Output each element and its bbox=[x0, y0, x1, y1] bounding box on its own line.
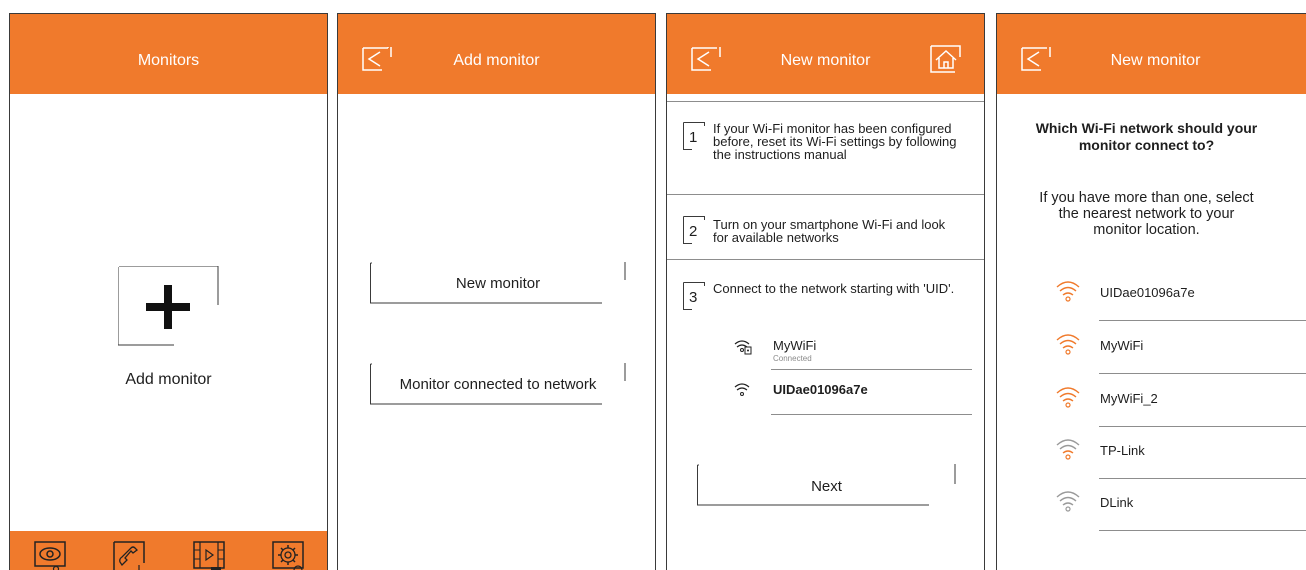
network-hint: If you have more than one, select the ne… bbox=[1039, 190, 1254, 238]
page-title: Monitors bbox=[137, 52, 200, 69]
wifi-strong-icon bbox=[1056, 281, 1080, 302]
divider bbox=[667, 101, 984, 102]
divider bbox=[771, 369, 972, 370]
wifi-connected-icon bbox=[734, 340, 752, 355]
monitors-screen: Monitors Add monitor bbox=[9, 13, 328, 570]
monitor-view-icon[interactable] bbox=[34, 541, 66, 570]
network-name: UIDae01096a7e bbox=[1100, 285, 1195, 300]
step-2-text: Turn on your smartphone Wi-Fi and look f… bbox=[713, 217, 946, 245]
network-name: MyWiFi bbox=[1100, 338, 1144, 353]
add-monitor-label: Add monitor bbox=[125, 371, 212, 388]
wifi-strong-icon bbox=[1056, 387, 1080, 408]
network-status: Connected bbox=[773, 354, 812, 363]
new-monitor-label: New monitor bbox=[455, 275, 541, 292]
divider bbox=[667, 259, 984, 260]
bottom-nav bbox=[10, 531, 327, 570]
media-gallery-icon[interactable] bbox=[193, 541, 225, 570]
next-button[interactable]: Next bbox=[697, 464, 956, 506]
call-icon[interactable] bbox=[113, 541, 145, 570]
network-row-dlink[interactable]: DLink bbox=[1055, 490, 1306, 542]
divider bbox=[771, 414, 972, 415]
step-1-text: If your Wi-Fi monitor has been configure… bbox=[713, 121, 957, 162]
network-name: DLink bbox=[1100, 495, 1134, 510]
add-monitor-screen: Add monitor New monitor Monitor connecte… bbox=[337, 13, 656, 570]
divider bbox=[1099, 320, 1306, 321]
divider bbox=[1099, 373, 1306, 374]
network-name-mywifi[interactable]: MyWiFi bbox=[773, 338, 816, 353]
step-number-2: 2 bbox=[683, 216, 705, 244]
plus-icon bbox=[117, 265, 219, 346]
next-label: Next bbox=[811, 478, 842, 495]
header: Add monitor bbox=[338, 14, 655, 94]
network-row-mywifi2[interactable]: MyWiFi_2 bbox=[1055, 386, 1306, 438]
network-question: Which Wi-Fi network should your monitor … bbox=[1035, 120, 1258, 153]
header: New monitor bbox=[997, 14, 1306, 94]
wifi-weak-icon bbox=[1056, 491, 1080, 512]
step-number-1: 1 bbox=[683, 122, 705, 150]
header: Monitors bbox=[10, 14, 327, 94]
network-row-tplink[interactable]: TP-Link bbox=[1055, 438, 1306, 490]
step-number-text: 1 bbox=[689, 129, 698, 146]
choose-network-screen: New monitor Which Wi-Fi network should y… bbox=[996, 13, 1306, 570]
wifi-icon bbox=[734, 383, 750, 396]
wifi-strong-icon bbox=[1056, 334, 1080, 355]
header: New monitor bbox=[667, 14, 984, 94]
new-monitor-steps-screen: New monitor 1 If your Wi-Fi monitor has … bbox=[666, 13, 985, 570]
network-name: TP-Link bbox=[1100, 443, 1145, 458]
monitor-connected-button[interactable]: Monitor connected to network bbox=[370, 363, 626, 405]
network-row-mywifi[interactable]: MyWiFi bbox=[1055, 333, 1306, 385]
network-row-uid[interactable]: UIDae01096a7e bbox=[1055, 280, 1306, 332]
step-number-text: 2 bbox=[689, 223, 698, 240]
divider bbox=[1099, 426, 1306, 427]
page-title: Add monitor bbox=[453, 52, 540, 69]
step-number-text: 3 bbox=[689, 289, 698, 306]
divider bbox=[1099, 530, 1306, 531]
page-title: New monitor bbox=[1110, 52, 1201, 69]
wifi-medium-icon bbox=[1056, 439, 1080, 460]
network-name: MyWiFi_2 bbox=[1100, 391, 1158, 406]
monitor-connected-label: Monitor connected to network bbox=[399, 376, 597, 393]
step-number-3: 3 bbox=[683, 282, 705, 310]
step-3-text: Connect to the network starting with 'UI… bbox=[713, 281, 955, 296]
home-icon[interactable] bbox=[930, 45, 962, 73]
settings-icon[interactable] bbox=[272, 541, 304, 570]
divider bbox=[1099, 478, 1306, 479]
network-name-uid[interactable]: UIDae01096a7e bbox=[773, 382, 868, 397]
divider bbox=[667, 194, 984, 195]
add-monitor-button[interactable] bbox=[117, 265, 219, 346]
new-monitor-button[interactable]: New monitor bbox=[370, 262, 626, 304]
